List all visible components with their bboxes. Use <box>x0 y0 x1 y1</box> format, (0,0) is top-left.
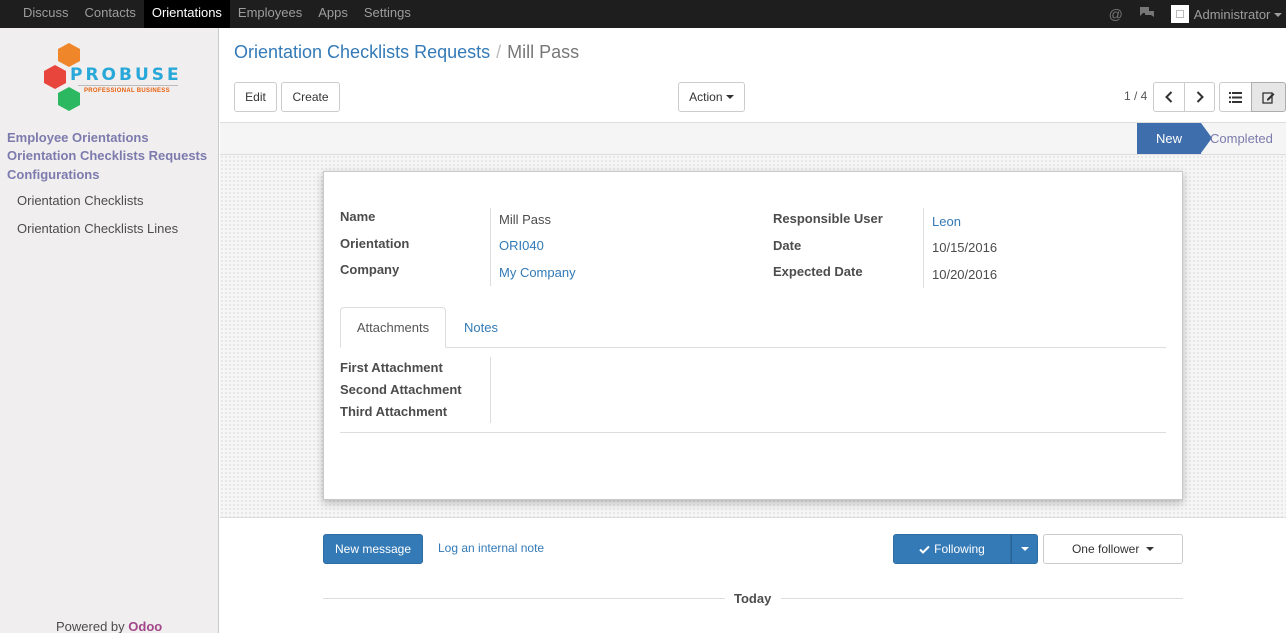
sidebar-header-employee-orientations[interactable]: Employee Orientations <box>7 130 149 145</box>
action-dropdown[interactable]: Action <box>678 82 745 112</box>
company-label: Company <box>340 262 400 277</box>
chevron-down-icon <box>725 95 734 99</box>
form-sheet <box>323 171 1183 500</box>
pager-next-button[interactable] <box>1184 82 1215 112</box>
menu-apps[interactable]: Apps <box>310 0 356 28</box>
menu-contacts[interactable]: Contacts <box>77 0 144 28</box>
chevron-down-icon <box>1274 13 1282 18</box>
date-value: 10/15/2016 <box>932 240 998 255</box>
menu-settings[interactable]: Settings <box>356 0 419 28</box>
followers-dropdown[interactable]: One follower <box>1043 534 1183 564</box>
status-new[interactable]: New <box>1137 123 1201 154</box>
followers-label: One follower <box>1071 542 1140 556</box>
expected-date-label: Expected Date <box>773 264 863 279</box>
list-view-button[interactable] <box>1219 82 1252 112</box>
logo-brand: PROBUSE <box>70 65 182 85</box>
log-note-link[interactable]: Log an internal note <box>438 541 544 555</box>
logo-tagline: PROFESSIONAL BUSINESS <box>84 88 170 94</box>
chevron-down-icon <box>1020 547 1029 551</box>
create-button[interactable]: Create <box>281 82 340 112</box>
status-completed[interactable]: Completed <box>1210 131 1273 146</box>
orientation-label: Orientation <box>340 236 410 251</box>
pager-previous-button[interactable] <box>1153 82 1185 112</box>
edit-button[interactable]: Edit <box>234 82 277 112</box>
second-attachment-label: Second Attachment <box>340 382 462 397</box>
top-navbar: Discuss Contacts Orientations Employees … <box>0 0 1286 28</box>
breadcrumb-separator: / <box>496 42 502 62</box>
field-separator <box>490 357 491 423</box>
chevron-left-icon <box>1165 91 1173 103</box>
company-link[interactable]: My Company <box>499 265 576 280</box>
breadcrumb-parent[interactable]: Orientation Checklists Requests <box>234 42 490 62</box>
check-icon <box>919 545 930 554</box>
menu-employees[interactable]: Employees <box>230 0 310 28</box>
main-menu: Discuss Contacts Orientations Employees … <box>0 0 419 28</box>
name-label: Name <box>340 209 376 224</box>
following-label: Following <box>934 542 985 556</box>
today-divider-left <box>323 598 725 599</box>
sidebar-item-orientation-checklists[interactable]: Orientation Checklists <box>17 193 143 208</box>
avatar[interactable] <box>1170 5 1189 23</box>
today-divider-right <box>781 598 1183 599</box>
status-bar: New Completed <box>220 122 1286 155</box>
chevron-right-icon <box>1196 91 1204 103</box>
sidebar-item-orientation-checklists-lines[interactable]: Orientation Checklists Lines <box>17 221 178 236</box>
name-value: Mill Pass <box>499 212 552 227</box>
responsible-user-link[interactable]: Leon <box>932 214 961 229</box>
today-label: Today <box>734 591 772 606</box>
new-message-button[interactable]: New message <box>323 534 423 564</box>
sidebar: PROBUSE PROFESSIONAL BUSINESS Employee O… <box>0 28 219 633</box>
tab-notes[interactable]: Notes <box>464 320 498 335</box>
first-attachment-label: First Attachment <box>340 360 443 375</box>
mention-icon[interactable]: @ <box>1109 6 1123 22</box>
expected-date-value: 10/20/2016 <box>932 267 998 282</box>
user-menu[interactable]: Administrator <box>1194 7 1282 22</box>
user-area: @ Administrator <box>1109 0 1286 28</box>
orientation-link[interactable]: ORI040 <box>499 238 544 253</box>
menu-orientations[interactable]: Orientations <box>143 0 230 28</box>
user-name: Administrator <box>1193 6 1271 22</box>
edit-icon <box>1262 91 1275 104</box>
follow-options-dropdown[interactable] <box>1011 534 1038 564</box>
odoo-link[interactable]: Odoo <box>128 619 162 633</box>
breadcrumb-current: Mill Pass <box>507 42 580 62</box>
date-label: Date <box>773 238 802 253</box>
following-button[interactable]: Following <box>893 534 1011 564</box>
action-label: Action <box>689 90 723 104</box>
powered-by: Powered by Odoo <box>56 619 163 633</box>
list-icon <box>1229 91 1242 103</box>
company-logo: PROBUSE PROFESSIONAL BUSINESS <box>42 43 182 115</box>
pager-value[interactable]: 1 / 4 <box>1124 89 1147 103</box>
sidebar-header-checklists-requests[interactable]: Orientation Checklists Requests <box>7 148 207 163</box>
tab-content-divider <box>340 432 1166 433</box>
chevron-down-icon <box>1146 547 1155 551</box>
third-attachment-label: Third Attachment <box>340 404 448 419</box>
tabs-divider <box>340 347 1166 348</box>
breadcrumb: Orientation Checklists Requests / Mill Pas… <box>234 42 579 63</box>
field-separator <box>923 208 924 288</box>
chat-icon[interactable] <box>1139 6 1155 22</box>
field-separator <box>490 208 491 286</box>
menu-discuss[interactable]: Discuss <box>15 0 77 28</box>
responsible-user-label: Responsible User <box>773 211 883 226</box>
form-view-button[interactable] <box>1251 82 1286 112</box>
sidebar-header-configurations[interactable]: Configurations <box>7 167 99 182</box>
tab-attachments[interactable]: Attachments <box>340 307 446 348</box>
